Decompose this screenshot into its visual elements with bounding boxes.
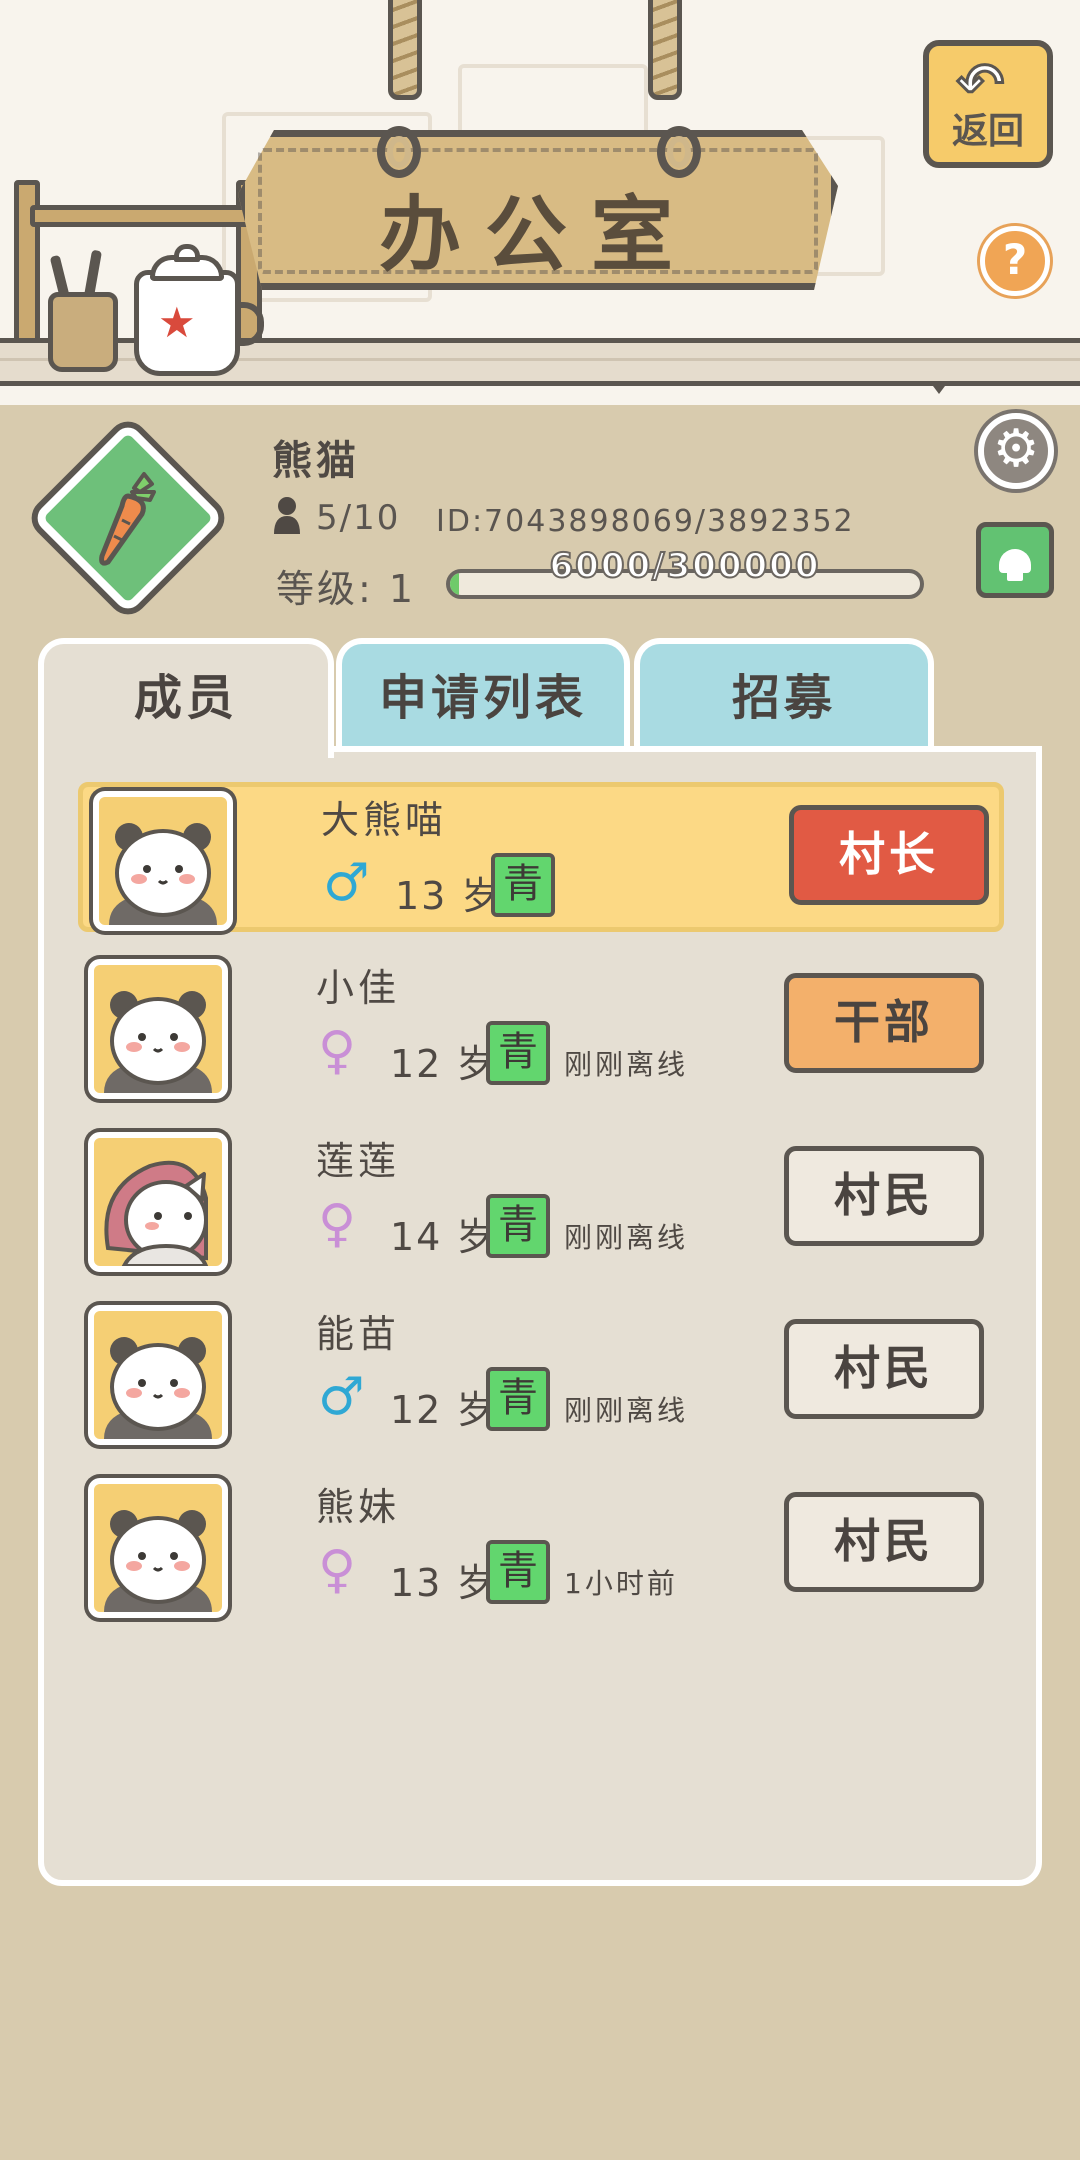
- member-row[interactable]: 熊妹 ♀ 13 岁青 1小时前 村民: [78, 1474, 1004, 1624]
- female-icon: ♀: [318, 1540, 357, 1600]
- star-icon: ★: [158, 298, 196, 347]
- member-row[interactable]: 小佳 ♀ 12 岁青刚刚离线 干部: [78, 955, 1004, 1105]
- settings-button[interactable]: ⚙: [978, 413, 1054, 489]
- male-icon: ♂: [318, 1367, 365, 1427]
- member-row[interactable]: 大熊喵 ♂ 13 岁青 村长: [78, 782, 1004, 932]
- female-icon: ♀: [318, 1194, 357, 1254]
- graduation-cap-icon: [999, 549, 1031, 581]
- role-button[interactable]: 村民: [784, 1146, 984, 1246]
- village-id: ID:7043898069/3892352: [436, 504, 855, 539]
- female-icon: ♀: [318, 1021, 357, 1081]
- fence-rail: [30, 205, 250, 227]
- stage-badge: 青: [486, 1021, 550, 1085]
- member-name: 莲莲: [316, 1139, 401, 1183]
- online-status: 刚刚离线: [564, 1394, 689, 1427]
- stage-badge: 青: [491, 853, 555, 917]
- exp-text: 6000/300000: [549, 545, 821, 587]
- village-level: 等级: 1: [276, 567, 417, 611]
- rope: [388, 0, 422, 100]
- online-status: 刚刚离线: [564, 1048, 689, 1081]
- tab-members[interactable]: 成员: [38, 638, 334, 758]
- stage-badge: 青: [486, 1367, 550, 1431]
- member-avatar[interactable]: [88, 959, 228, 1099]
- stage-badge: 青: [486, 1540, 550, 1604]
- role-button[interactable]: 村民: [784, 1319, 984, 1419]
- person-icon: [274, 497, 300, 534]
- member-age: 13 岁: [390, 1561, 497, 1605]
- member-count: 5/10: [316, 498, 401, 538]
- gear-icon: ⚙: [992, 419, 1040, 479]
- stage-badge: 青: [486, 1194, 550, 1258]
- tab-applications[interactable]: 申请列表: [336, 638, 630, 754]
- member-age: 12 岁: [390, 1042, 497, 1086]
- member-age: 13 岁: [395, 874, 502, 918]
- upgrade-button[interactable]: [976, 522, 1054, 598]
- pencil-cup: [48, 292, 118, 372]
- male-icon: ♂: [323, 853, 370, 913]
- member-name: 小佳: [316, 966, 401, 1010]
- member-row[interactable]: 莲莲 ♀ 14 岁青刚刚离线 村民: [78, 1128, 1004, 1278]
- shelf-notch: [930, 382, 948, 394]
- back-button-label: 返回: [951, 111, 1024, 152]
- role-button[interactable]: 干部: [784, 973, 984, 1073]
- member-avatar[interactable]: [88, 1478, 228, 1618]
- page-title: 办公室: [378, 188, 697, 283]
- member-row[interactable]: 能苗 ♂ 12 岁青刚刚离线 村民: [78, 1301, 1004, 1451]
- village-name: 熊猫: [272, 438, 360, 484]
- rope: [648, 0, 682, 100]
- role-button[interactable]: 村民: [784, 1492, 984, 1592]
- help-button[interactable]: ?: [980, 226, 1050, 296]
- member-age: 12 岁: [390, 1388, 497, 1432]
- member-avatar[interactable]: [88, 1305, 228, 1445]
- online-status: 刚刚离线: [564, 1221, 689, 1254]
- online-status: 1小时前: [564, 1567, 678, 1600]
- member-name: 能苗: [316, 1312, 401, 1356]
- member-avatar[interactable]: [88, 1132, 228, 1272]
- member-avatar[interactable]: [93, 791, 233, 931]
- member-name: 大熊喵: [321, 798, 448, 842]
- role-button[interactable]: 村长: [789, 805, 989, 905]
- member-name: 熊妹: [316, 1485, 401, 1529]
- tab-recruit[interactable]: 招募: [634, 638, 934, 754]
- member-age: 14 岁: [390, 1215, 497, 1259]
- mug-knob: [174, 244, 200, 262]
- header-scene: ★ 办公室 ↶ 返回 ?: [0, 0, 1080, 405]
- back-button[interactable]: ↶ 返回: [923, 40, 1053, 168]
- carrot-icon: [99, 472, 156, 566]
